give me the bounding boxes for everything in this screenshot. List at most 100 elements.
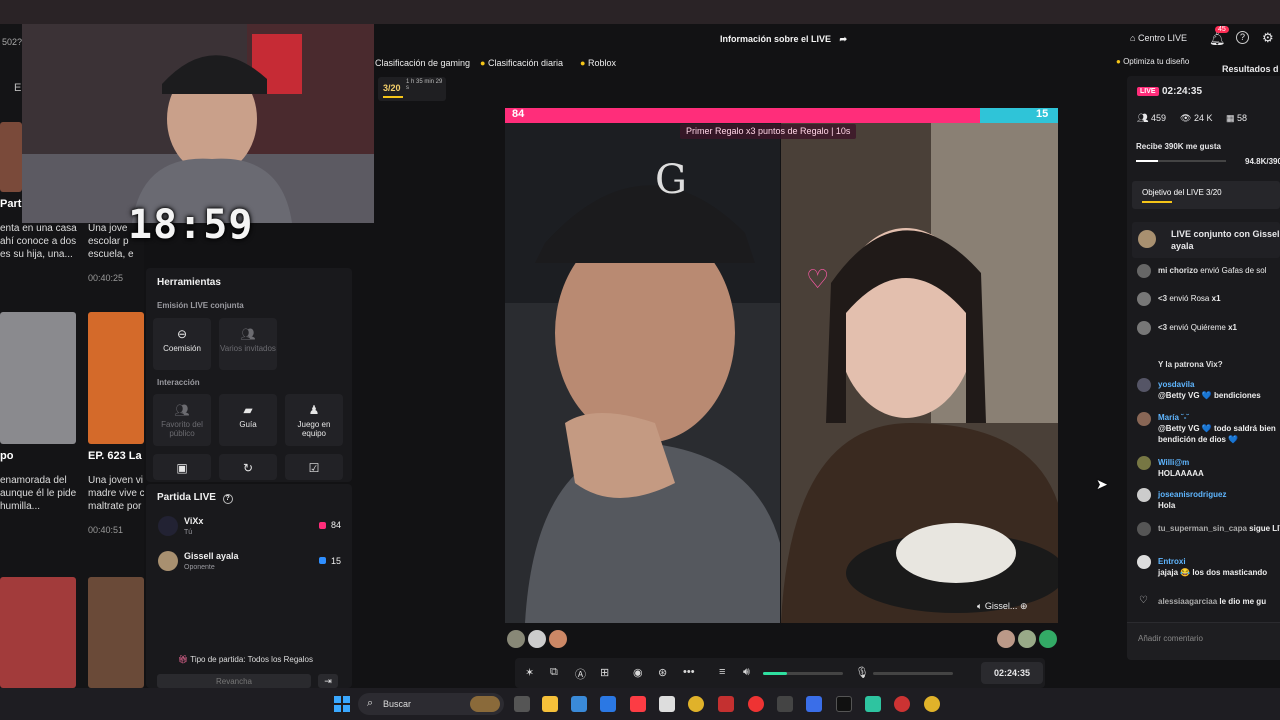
chip-roblox[interactable]: ● Roblox (580, 58, 616, 68)
comment-input[interactable]: Añadir comentario (1138, 634, 1203, 643)
effects-icon[interactable]: Ⓐ (575, 666, 586, 682)
rematch-button[interactable]: Revancha (157, 674, 311, 688)
video-thumbnail[interactable] (0, 122, 22, 192)
widgets-icon[interactable] (571, 696, 587, 712)
mic-slider[interactable] (873, 672, 953, 675)
users-icon: 👥︎ (1137, 113, 1149, 123)
volume-slider[interactable] (763, 672, 843, 675)
avatar[interactable] (549, 630, 567, 648)
tiktok-icon[interactable] (836, 696, 852, 712)
multi-guest-button[interactable]: 👥︎ Varios invitados (219, 318, 277, 370)
gift-promo-banner: Primer Regalo x3 puntos de Regalo | 10s (680, 124, 857, 139)
avatar[interactable] (507, 630, 525, 648)
chrome-icon[interactable] (688, 696, 704, 712)
video-title[interactable]: Part (0, 198, 21, 210)
guide-button[interactable]: ▰ Guía (219, 394, 277, 446)
video-thumbnail[interactable] (0, 312, 76, 444)
app-icon[interactable] (865, 696, 881, 712)
video-duration: 00:40:51 (88, 525, 124, 535)
app-icon[interactable] (777, 696, 793, 712)
chat-username[interactable]: <3 (1158, 323, 1167, 332)
add-source-icon[interactable]: ⊞ (600, 666, 609, 679)
live-info-label: Información sobre el LIVE (720, 34, 832, 44)
joint-live-banner[interactable]: LIVE conjunto con Gissell ayala (1132, 222, 1280, 258)
tool-button[interactable]: ▣ (153, 454, 211, 480)
magic-icon[interactable]: ✶ (525, 666, 534, 679)
video-title[interactable]: po (0, 450, 13, 462)
bell-icon[interactable]: 🔔︎ (1209, 31, 1226, 47)
plus-icon[interactable]: ⊕ (1020, 601, 1028, 611)
book-icon: ▰ (243, 403, 253, 417)
app-icon[interactable] (894, 696, 910, 712)
record-icon[interactable]: ◉ (633, 666, 643, 679)
tool-button[interactable]: ↻ (219, 454, 277, 480)
svg-text:G: G (655, 157, 687, 203)
audience-favorite-label: Favorito del público (161, 420, 203, 438)
video-thumbnail[interactable] (88, 312, 144, 444)
video-thumbnail[interactable] (0, 577, 76, 688)
chat-username[interactable]: Entroxi (1158, 557, 1186, 566)
help-icon[interactable]: ? (1236, 31, 1249, 44)
camera-icon[interactable]: ⊛ (658, 666, 667, 679)
info-icon[interactable]: ? (222, 494, 233, 504)
chat-username[interactable]: yosdavila (1158, 380, 1194, 389)
list-tab[interactable]: E (14, 82, 21, 94)
chat-text: envió Quiéreme (1169, 323, 1226, 332)
share-icon[interactable]: ➦ (840, 34, 848, 44)
results-tab[interactable]: Resultados d (1222, 64, 1279, 74)
gear-icon[interactable]: ⚙ (1262, 30, 1274, 46)
calendar-icon[interactable] (718, 696, 734, 712)
avatar (1137, 292, 1151, 306)
gift-count-value: 58 (1237, 113, 1248, 123)
video-thumbnail[interactable] (88, 577, 144, 688)
more-icon[interactable]: ••• (683, 666, 695, 678)
speaker-icon[interactable]: 🔊︎ (743, 666, 750, 679)
chat-username[interactable]: <3 (1158, 294, 1167, 303)
chat-username[interactable]: joseanisrodriguez (1158, 490, 1226, 499)
mail-icon[interactable] (659, 696, 675, 712)
avatar[interactable] (1039, 630, 1057, 648)
chip-daily-ranking[interactable]: ● Clasificación diaria (480, 58, 563, 68)
live-goal-progress[interactable]: 3/20 1 h 35 min 29 s (378, 77, 446, 101)
chat-username[interactable]: alessiaagarciaa (1158, 597, 1217, 606)
settings-sliders-icon[interactable]: ≡ (719, 666, 725, 678)
avatar[interactable] (528, 630, 546, 648)
app-icon[interactable] (748, 696, 764, 712)
windows-start-icon[interactable] (334, 696, 350, 712)
mouse-cursor-icon: ➤ (1096, 476, 1108, 492)
store-icon[interactable] (600, 696, 616, 712)
chat-message: Y la patrona Vix? (1158, 359, 1280, 370)
layout-icon[interactable]: ⧉ (550, 666, 558, 679)
chat-username[interactable]: mi chorizo (1158, 266, 1198, 275)
objective-progress-fill (1142, 201, 1172, 203)
avatar[interactable] (997, 630, 1015, 648)
taskbar-search[interactable]: ⌕ Buscar (358, 693, 504, 715)
task-view-icon[interactable] (514, 696, 530, 712)
webcam-overlay (22, 24, 374, 223)
optimize-layout-tip[interactable]: ● Optimiza tu diseño (1116, 57, 1189, 66)
volume-icon[interactable]: 🔈︎ (977, 601, 982, 611)
audience-favorite-button[interactable]: 👥︎ Favorito del público (153, 394, 211, 446)
music-icon[interactable] (630, 696, 646, 712)
tool-button[interactable]: ☑ (285, 454, 343, 480)
cohost-button[interactable]: ⊖ Coemisión (153, 318, 211, 370)
match-type-label: Tipo de partida: Todos los Regalos (190, 655, 313, 664)
viewer-count: 👥︎ 459 (1137, 113, 1166, 124)
app-icon[interactable] (806, 696, 822, 712)
video-title[interactable]: EP. 623 La (88, 450, 142, 462)
chat-username[interactable]: tu_superman_sin_capa (1158, 524, 1247, 533)
avatar (1137, 264, 1151, 278)
microphone-icon[interactable]: 🎙︎ (855, 666, 869, 679)
chat-username[interactable]: María ˘-˘ (1158, 413, 1189, 422)
exit-icon[interactable]: ⇥ (318, 674, 338, 688)
avatar[interactable] (1018, 630, 1036, 648)
heart-icon: ♡ (1139, 595, 1148, 606)
live-info-link[interactable]: Información sobre el LIVE ➦ (720, 34, 847, 45)
centro-live-button[interactable]: ⌂ Centro LIVE (1130, 33, 1187, 43)
team-game-button[interactable]: ♟ Juego en equipo (285, 394, 343, 446)
chip-gaming-ranking[interactable]: Clasificación de gaming (375, 58, 470, 68)
chat-username[interactable]: Willi@m (1158, 458, 1189, 467)
chrome-icon[interactable] (924, 696, 940, 712)
live-objective[interactable]: Objetivo del LIVE 3/20 (1132, 181, 1280, 209)
file-explorer-icon[interactable] (542, 696, 558, 712)
